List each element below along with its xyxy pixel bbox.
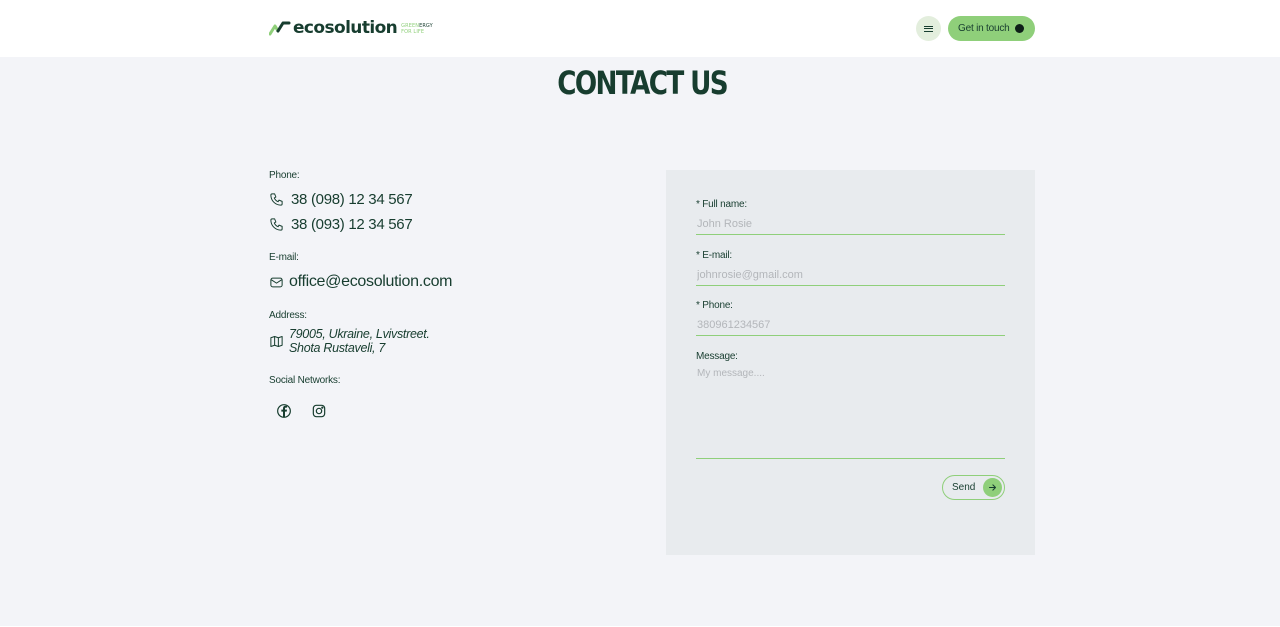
facebook-icon[interactable] (275, 402, 293, 420)
dot-icon (1015, 24, 1024, 33)
address-text[interactable]: 79005, Ukraine, Lvivstreet. Shota Rustav… (289, 327, 430, 355)
message-textarea[interactable] (696, 366, 1005, 459)
phone-row-2[interactable]: 38 (093) 12 34 567 (269, 216, 413, 233)
email-link[interactable]: office@ecosolution.com (289, 273, 453, 291)
map-icon (270, 335, 283, 347)
address-label: Address: (269, 310, 307, 321)
phone-icon (270, 218, 283, 231)
menu-icon (924, 25, 933, 32)
site-header: ecosolution GREENERGY FOR LIFE Get in to… (0, 0, 1280, 57)
get-in-touch-label: Get in touch (958, 23, 1010, 34)
send-button[interactable]: Send (942, 475, 1005, 500)
social-label: Social Networks: (269, 375, 341, 386)
phone-icon (270, 193, 283, 206)
phone-field-label: * Phone: (696, 300, 733, 311)
contact-form: * Full name: * E-mail: * Phone: Message:… (666, 170, 1035, 555)
logo-wordmark: ecosolution (293, 18, 398, 38)
logo-leaf-icon (269, 21, 291, 36)
address-row[interactable]: 79005, Ukraine, Lvivstreet. Shota Rustav… (269, 327, 430, 355)
phone-number-2[interactable]: 38 (093) 12 34 567 (291, 216, 413, 233)
logo[interactable]: ecosolution GREENERGY FOR LIFE (269, 17, 433, 39)
menu-button[interactable] (916, 16, 941, 41)
arrow-right-icon (983, 478, 1002, 497)
page-title: CONTACT US (557, 64, 728, 102)
email-field-label: * E-mail: (696, 250, 732, 261)
message-label: Message: (696, 351, 738, 362)
phone-label: Phone: (269, 170, 300, 181)
phone-row-1[interactable]: 38 (098) 12 34 567 (269, 191, 413, 208)
mail-icon (270, 277, 283, 287)
phone-input[interactable] (696, 314, 1005, 336)
email-input[interactable] (696, 264, 1005, 286)
send-label: Send (952, 482, 976, 493)
phone-number-1[interactable]: 38 (098) 12 34 567 (291, 191, 413, 208)
get-in-touch-button[interactable]: Get in touch (948, 16, 1035, 41)
logo-tagline: GREENERGY FOR LIFE (401, 23, 433, 35)
email-row[interactable]: office@ecosolution.com (269, 273, 453, 291)
full-name-label: * Full name: (696, 199, 747, 210)
full-name-input[interactable] (696, 213, 1005, 235)
instagram-icon[interactable] (310, 402, 328, 420)
email-label: E-mail: (269, 252, 299, 263)
